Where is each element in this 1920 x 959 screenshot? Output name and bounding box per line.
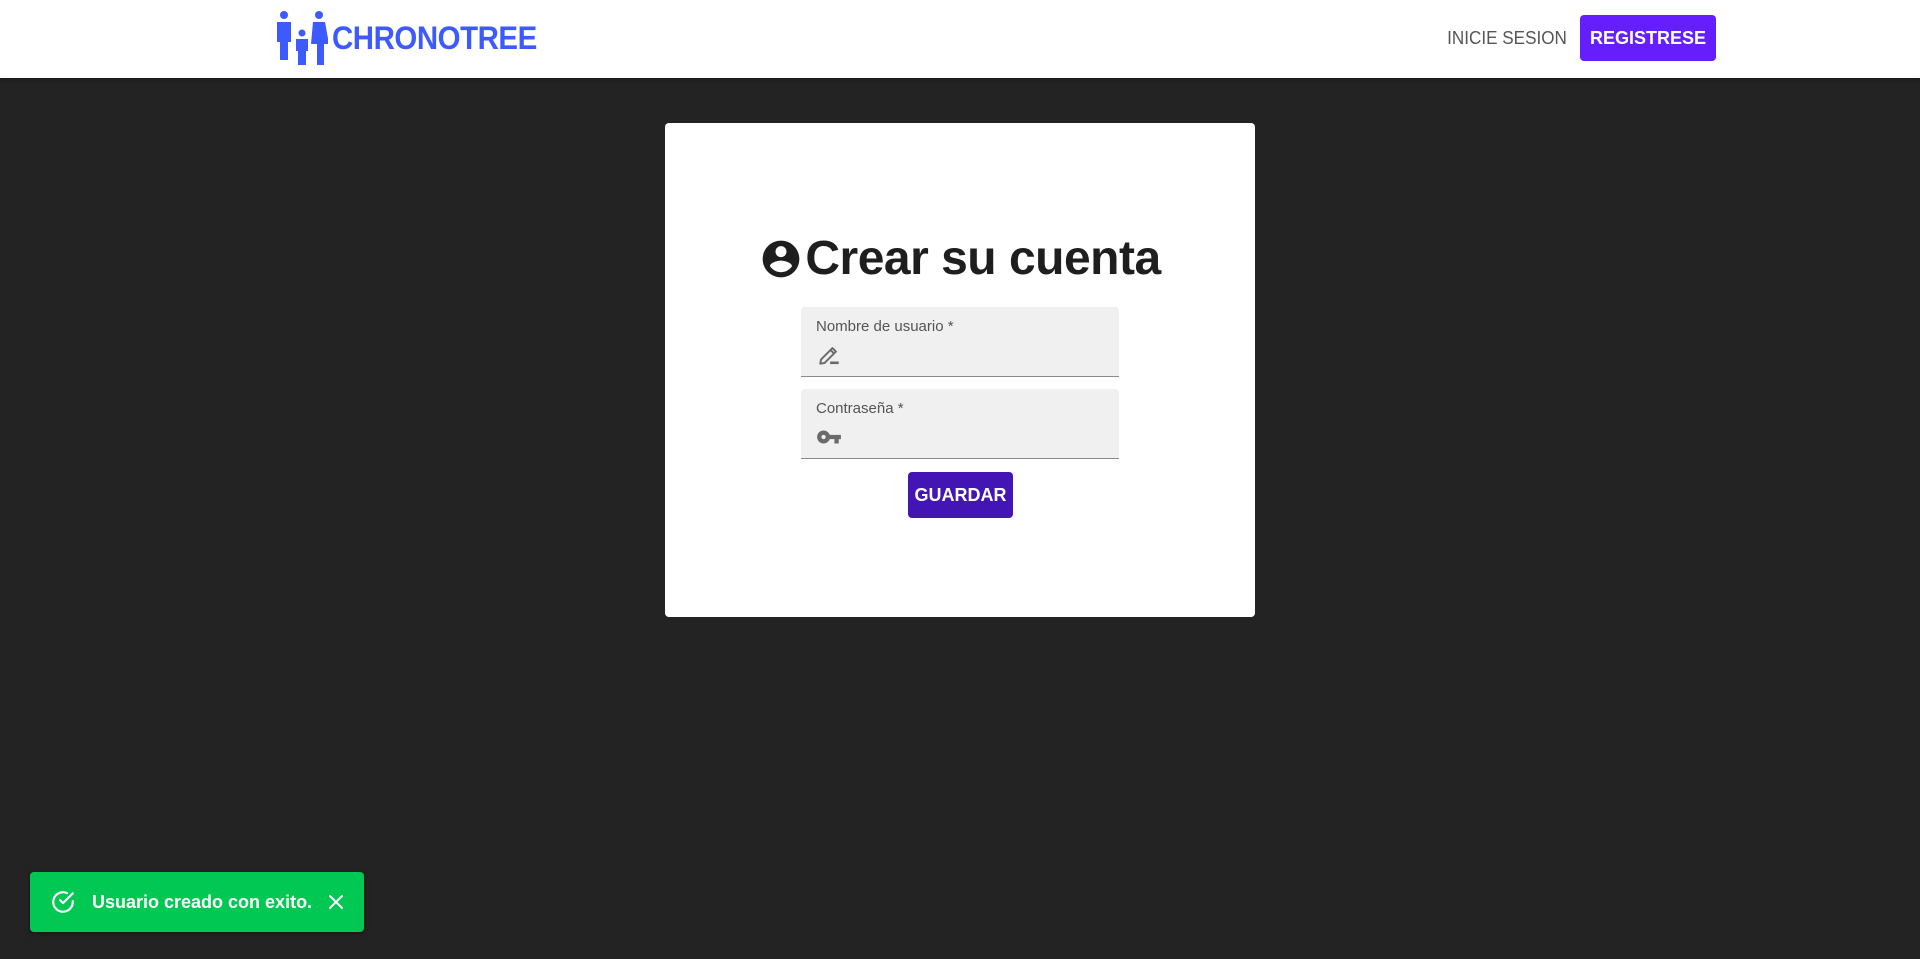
check-circle-icon [52, 891, 74, 913]
signup-card: Crear su cuenta Nombre de usuario * Cont… [665, 123, 1255, 617]
key-icon [817, 430, 841, 444]
nav-actions: INICIE SESION REGISTRESE [1436, 15, 1717, 61]
success-toast: Usuario creado con exito. [30, 872, 364, 932]
close-icon[interactable] [324, 890, 348, 914]
pencil-icon [819, 347, 839, 365]
toast-message: Usuario creado con exito. [92, 891, 313, 912]
password-field[interactable]: Contraseña * [801, 389, 1119, 459]
username-field[interactable]: Nombre de usuario * [801, 307, 1119, 377]
brand-link[interactable]: CHRONOTREE [276, 10, 555, 66]
password-input[interactable] [851, 425, 1106, 449]
page-title-row: Crear su cuenta [665, 231, 1255, 286]
save-button[interactable]: GUARDAR [908, 472, 1013, 518]
brand-name: CHRONOTREE [332, 19, 537, 56]
register-button[interactable]: REGISTRESE [1580, 15, 1717, 61]
login-button[interactable]: INICIE SESION [1440, 15, 1575, 61]
username-label: Nombre de usuario * [816, 318, 954, 335]
family-icon [277, 11, 328, 65]
page-title: Crear su cuenta [805, 232, 1161, 285]
navbar: CHRONOTREE INICIE SESION REGISTRESE [0, 0, 1920, 78]
username-input[interactable] [851, 343, 1106, 367]
password-label: Contraseña * [816, 400, 904, 417]
account-circle-icon [763, 240, 800, 277]
